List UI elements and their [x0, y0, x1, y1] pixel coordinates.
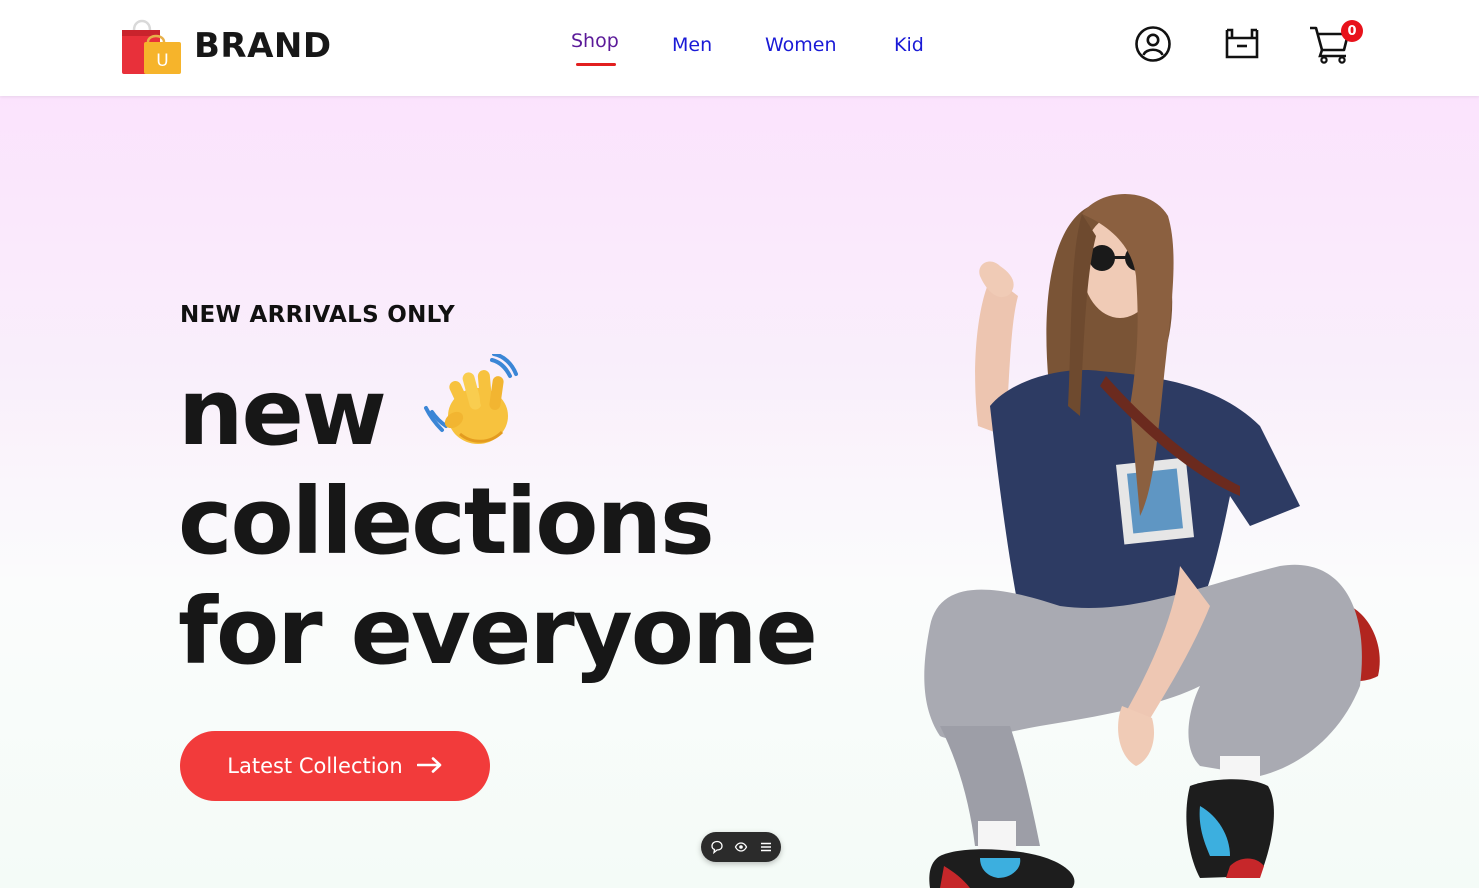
cart-count-badge: 0 [1341, 20, 1363, 42]
nav-link-women[interactable]: Women [765, 34, 837, 56]
hero-section: NEW ARRIVALS ONLY new collections for ev… [0, 96, 1479, 888]
nav-link-men[interactable]: Men [672, 34, 712, 56]
cta-label: Latest Collection [227, 754, 403, 778]
nav-link-kid[interactable]: Kid [894, 34, 924, 56]
hero-eyebrow: NEW ARRIVALS ONLY [180, 302, 456, 328]
brand-name: BRAND [194, 26, 332, 66]
floating-toolbar [701, 832, 781, 862]
logo-letter: U [156, 51, 168, 71]
shopping-bag-logo-icon: U [120, 16, 182, 76]
site-header: U BRAND Shop Men Women Kid 0 [0, 0, 1479, 96]
box-icon[interactable] [1224, 26, 1260, 64]
eye-icon[interactable] [732, 838, 750, 856]
brand-logo[interactable]: U BRAND [120, 16, 332, 76]
list-icon[interactable] [757, 838, 775, 856]
nav-link-shop[interactable]: Shop [571, 30, 619, 52]
hero-model-image [900, 166, 1400, 888]
arrow-right-icon [416, 754, 443, 778]
hero-headline-line3: for everyone [178, 578, 818, 685]
waving-hand-icon [420, 352, 520, 454]
comment-icon[interactable] [708, 838, 726, 856]
user-circle-icon[interactable] [1134, 25, 1172, 67]
hero-headline-line2: collections [178, 468, 715, 575]
active-nav-underline [576, 63, 616, 66]
latest-collection-button[interactable]: Latest Collection [180, 731, 490, 801]
hero-headline-line1: new [178, 359, 387, 466]
